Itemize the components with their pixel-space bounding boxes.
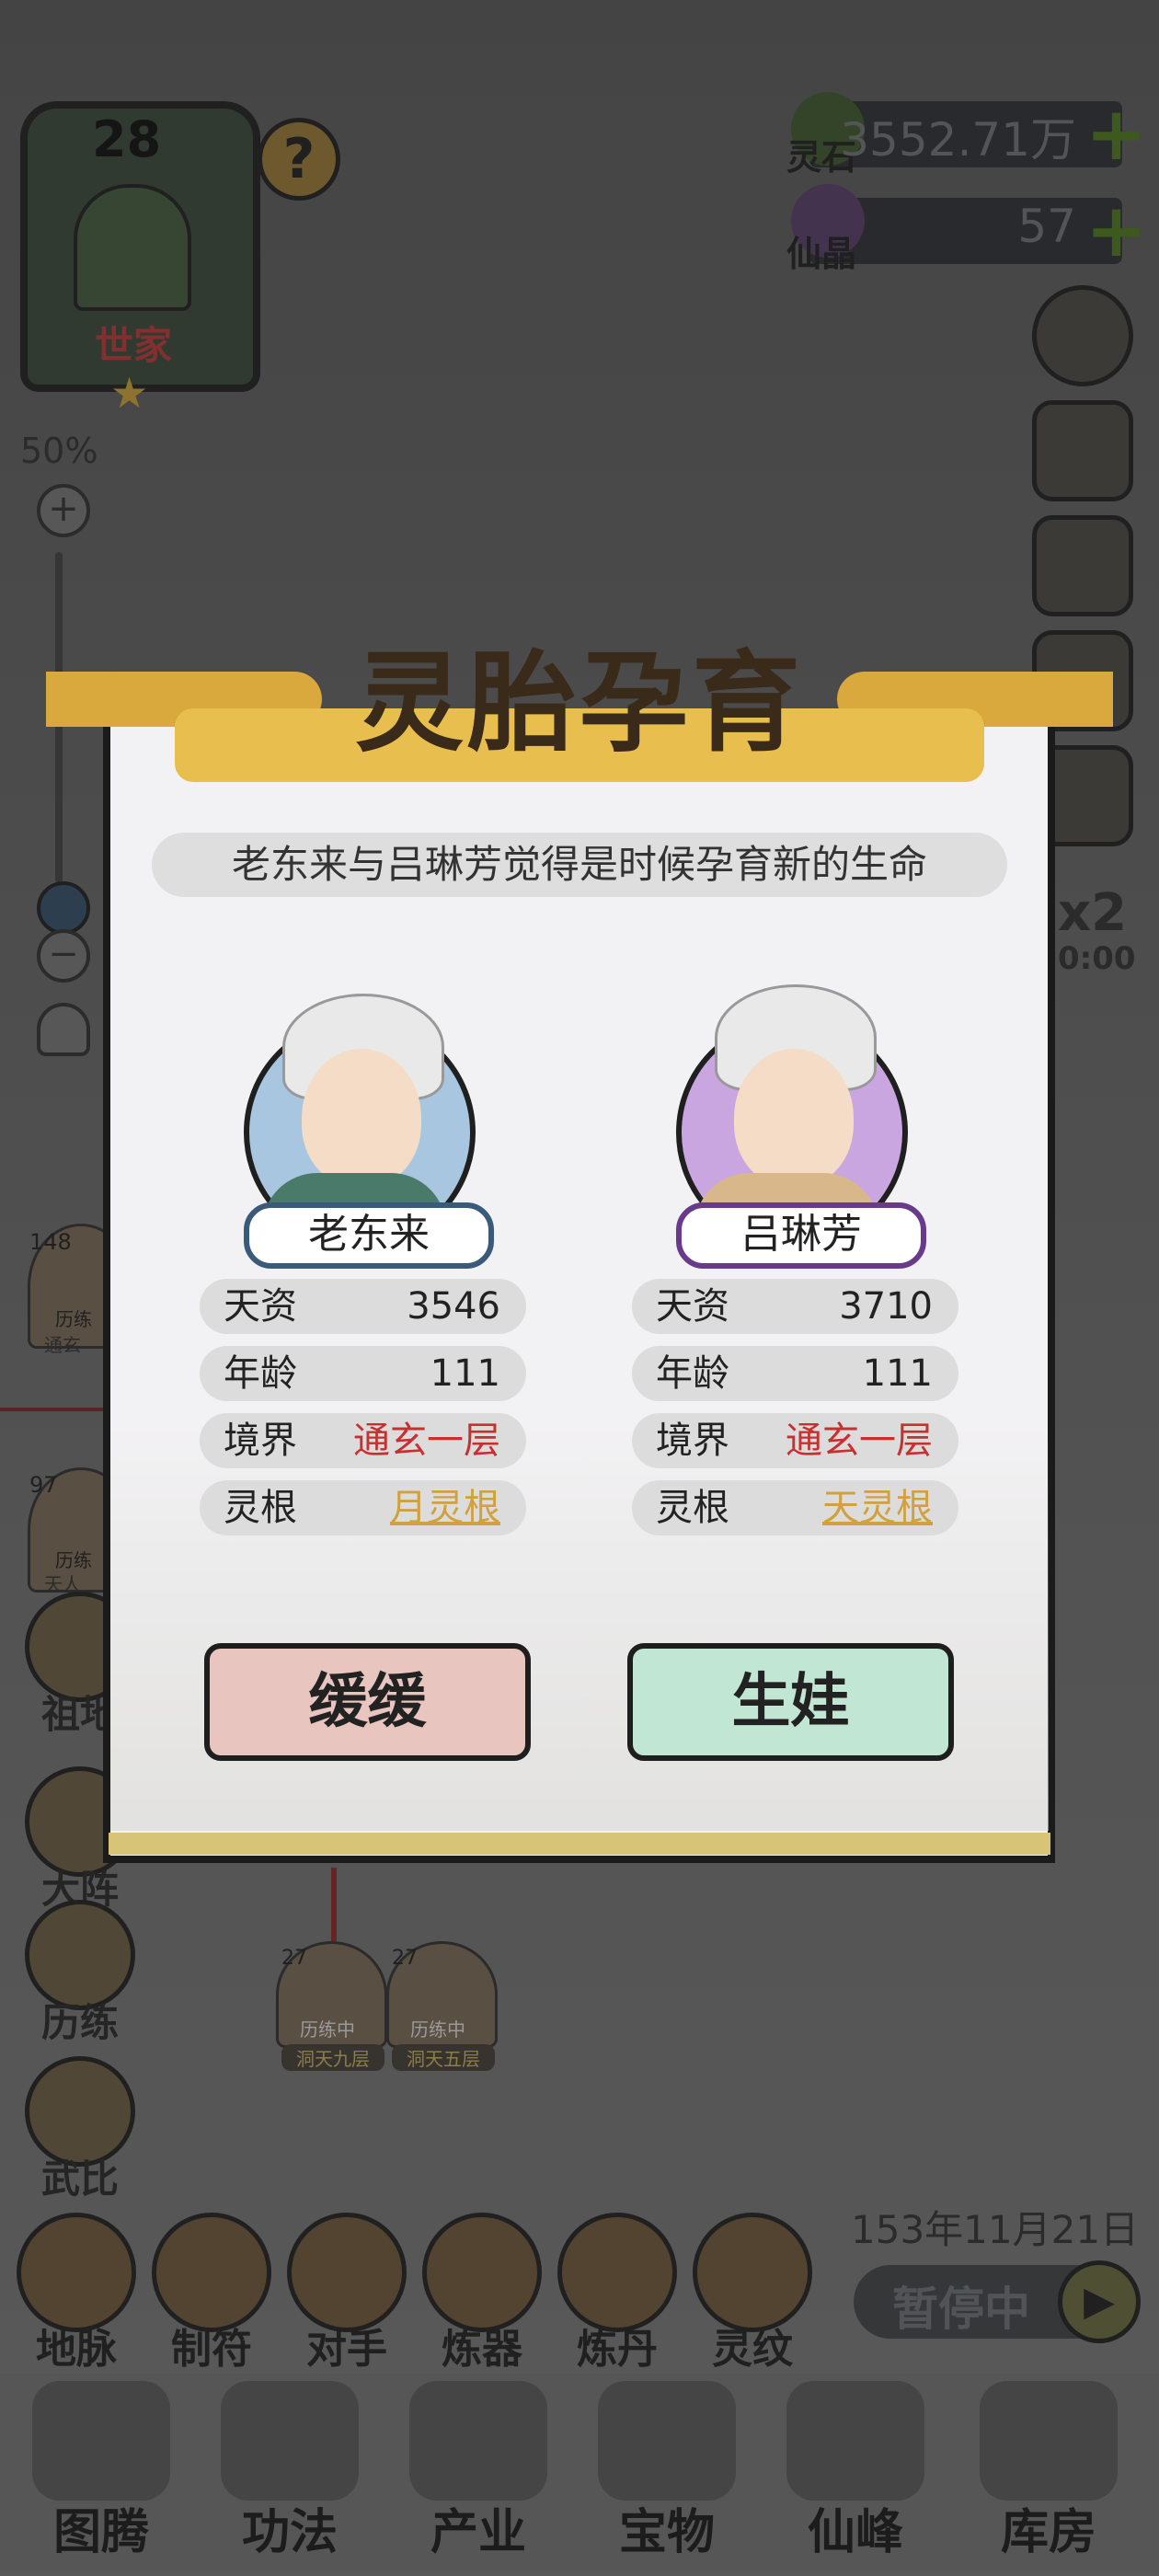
father-face	[302, 1049, 421, 1187]
stat-key: 天资	[656, 1285, 729, 1328]
mother-stat-row: 年龄 111	[632, 1346, 958, 1401]
spirit-root-link[interactable]: 天灵根	[822, 1480, 933, 1535]
father-stat-row: 天资 3546	[200, 1279, 526, 1334]
stat-key: 灵根	[224, 1487, 297, 1529]
mother-name-tag: 吕琳芳	[676, 1202, 926, 1269]
dialog-title: 灵胎孕育	[354, 639, 804, 766]
stat-value: 通玄一层	[786, 1420, 933, 1462]
stat-value: 3546	[407, 1285, 500, 1328]
stat-value: 111	[430, 1352, 500, 1395]
mother-face	[734, 1049, 854, 1187]
stat-key: 天资	[224, 1285, 297, 1328]
stat-value: 111	[862, 1352, 933, 1395]
have-baby-button[interactable]: 生娃	[627, 1643, 954, 1761]
stat-key: 境界	[224, 1420, 297, 1462]
father-name-tag: 老东来	[244, 1202, 494, 1269]
delay-button[interactable]: 缓缓	[204, 1643, 531, 1761]
stat-key: 年龄	[656, 1352, 729, 1395]
mother-stat-row: 境界 通玄一层	[632, 1413, 958, 1468]
stat-key: 境界	[656, 1420, 729, 1462]
stat-value: 通玄一层	[353, 1420, 500, 1462]
father-stat-row: 境界 通玄一层	[200, 1413, 526, 1468]
dialog-message: 老东来与吕琳芳觉得是时候孕育新的生命	[152, 833, 1007, 897]
father-stat-row: 灵根 月灵根	[200, 1480, 526, 1535]
stat-key: 年龄	[224, 1352, 297, 1395]
father-stat-row: 年龄 111	[200, 1346, 526, 1401]
stat-value: 3710	[839, 1285, 933, 1328]
dialog-bottom-trim	[109, 1833, 1050, 1855]
mother-stat-row: 天资 3710	[632, 1279, 958, 1334]
spirit-root-link[interactable]: 月灵根	[390, 1480, 500, 1535]
stat-key: 灵根	[656, 1487, 729, 1529]
mother-stat-row: 灵根 天灵根	[632, 1480, 958, 1535]
